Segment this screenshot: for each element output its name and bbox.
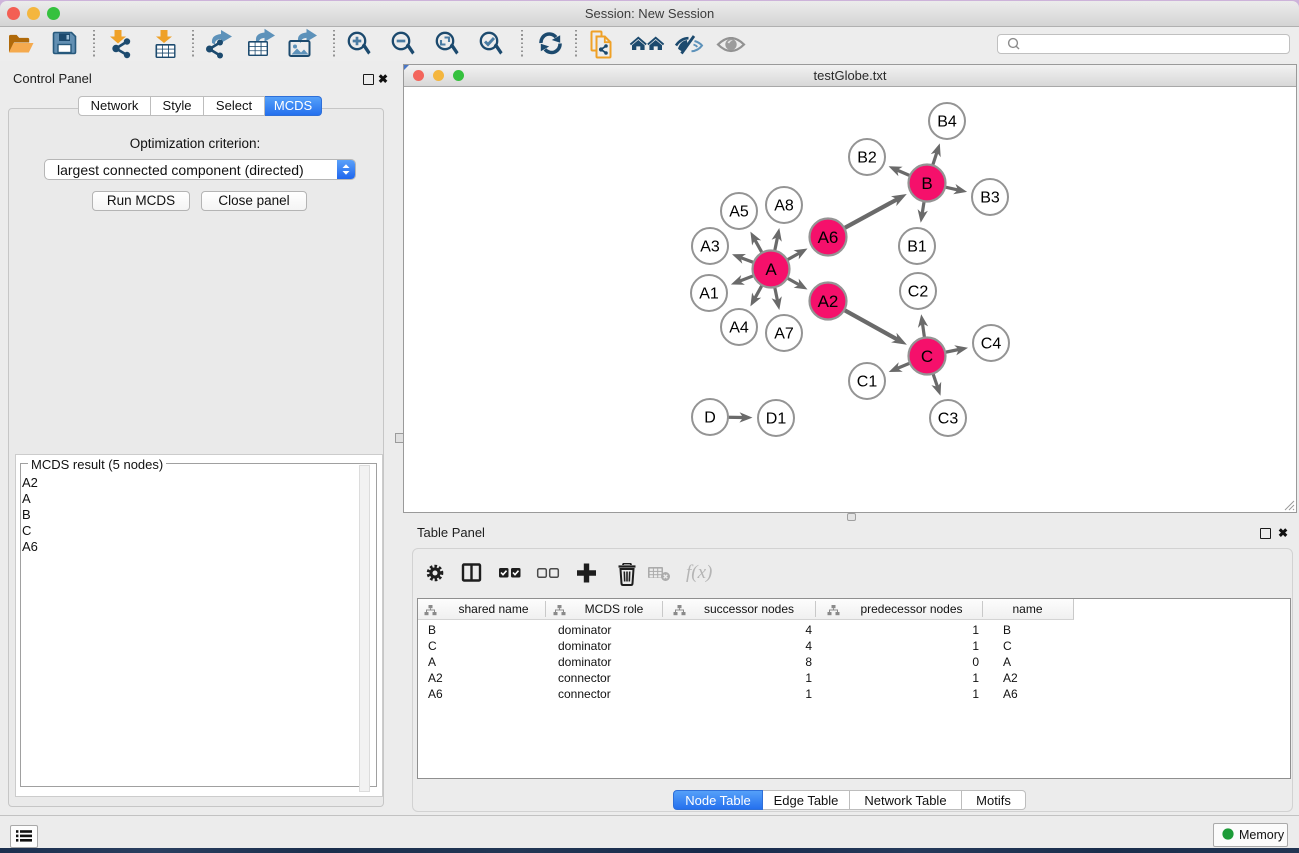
svg-text:C4: C4 — [981, 336, 1002, 353]
svg-text:C2: C2 — [908, 284, 929, 301]
svg-text:C3: C3 — [938, 411, 959, 428]
svg-text:B2: B2 — [857, 150, 877, 167]
svg-text:B4: B4 — [937, 114, 957, 131]
svg-text:A2: A2 — [818, 292, 839, 311]
svg-text:A4: A4 — [729, 320, 749, 337]
svg-text:A7: A7 — [774, 326, 794, 343]
svg-text:B: B — [921, 174, 932, 193]
svg-text:A3: A3 — [700, 239, 720, 256]
svg-text:A: A — [765, 260, 777, 279]
svg-text:D1: D1 — [766, 411, 787, 428]
svg-text:B3: B3 — [980, 190, 1000, 207]
svg-text:B1: B1 — [907, 239, 927, 256]
svg-text:C1: C1 — [857, 374, 878, 391]
svg-text:A5: A5 — [729, 204, 749, 221]
svg-text:D: D — [704, 410, 716, 427]
svg-text:A8: A8 — [774, 198, 794, 215]
svg-text:C: C — [921, 347, 933, 366]
svg-text:A6: A6 — [818, 228, 839, 247]
svg-text:A1: A1 — [699, 286, 719, 303]
